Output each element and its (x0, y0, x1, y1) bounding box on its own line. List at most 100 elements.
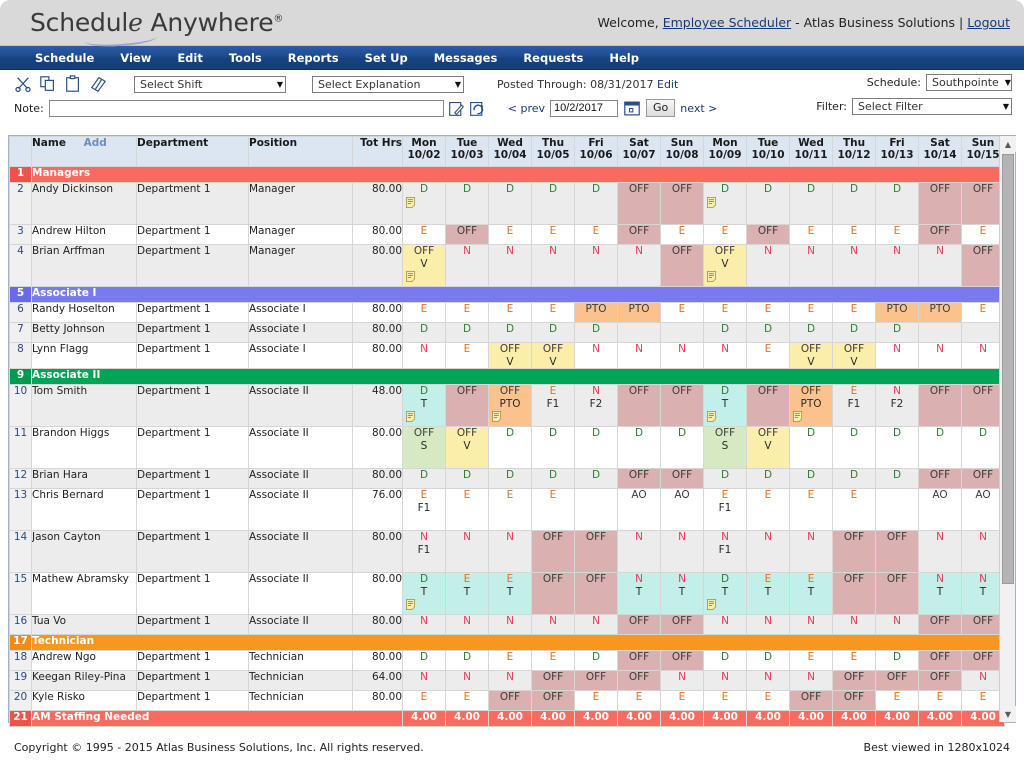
shift-cell[interactable]: OFF (790, 691, 833, 711)
shift-cell[interactable]: N (403, 343, 446, 369)
shift-cell[interactable]: EF1 (833, 385, 876, 427)
shift-cell[interactable]: DT (403, 385, 446, 427)
employee-name-cell[interactable]: Jason Cayton (32, 531, 137, 573)
employee-name-cell[interactable]: Brian Hara (32, 469, 137, 489)
shift-cell[interactable]: E (790, 225, 833, 245)
shift-cell[interactable]: D (446, 323, 489, 343)
shift-cell[interactable]: D (489, 323, 532, 343)
employee-position-cell[interactable]: Technician (249, 691, 353, 711)
shift-cell[interactable]: E (532, 303, 575, 323)
shift-cell[interactable]: E (747, 489, 790, 531)
shift-cell[interactable]: D (833, 427, 876, 469)
shift-cell[interactable]: AO (618, 489, 661, 531)
shift-cell[interactable]: D (575, 651, 618, 671)
employee-position-cell[interactable]: Technician (249, 671, 353, 691)
shift-cell[interactable]: N (747, 615, 790, 635)
shift-cell[interactable]: E (704, 225, 747, 245)
shift-cell[interactable]: N (747, 671, 790, 691)
cell-note-icon[interactable] (793, 411, 804, 422)
shift-cell[interactable]: E (532, 651, 575, 671)
shift-cell[interactable]: OFF (618, 469, 661, 489)
shift-cell[interactable]: D (747, 651, 790, 671)
shift-cell[interactable]: E (661, 225, 704, 245)
shift-cell[interactable]: N (790, 671, 833, 691)
employee-position-cell[interactable]: Manager (249, 245, 353, 287)
shift-cell[interactable]: E (489, 303, 532, 323)
shift-cell[interactable]: OFF (833, 531, 876, 573)
shift-cell[interactable]: E (575, 691, 618, 711)
employee-total-hours-cell[interactable]: 76.00 (353, 489, 403, 531)
menu-item-view[interactable]: View (107, 51, 164, 65)
menu-item-help[interactable]: Help (596, 51, 652, 65)
shift-cell[interactable]: OFF (532, 671, 575, 691)
employee-name-cell[interactable]: Randy Hoselton (32, 303, 137, 323)
employee-department-cell[interactable]: Department 1 (137, 671, 249, 691)
employee-department-cell[interactable]: Department 1 (137, 469, 249, 489)
shift-cell[interactable]: E (747, 691, 790, 711)
cell-note-icon[interactable] (707, 599, 718, 610)
go-button[interactable]: Go (646, 99, 675, 117)
shift-cell[interactable]: E (704, 691, 747, 711)
shift-cell[interactable]: OFFV (403, 245, 446, 287)
staffing-value-cell[interactable]: 4.00 (403, 711, 446, 727)
shift-cell[interactable]: E (446, 691, 489, 711)
shift-cell[interactable]: E (661, 303, 704, 323)
shift-cell[interactable]: D (446, 183, 489, 225)
staffing-value-cell[interactable]: 4.00 (618, 711, 661, 727)
cell-note-icon[interactable] (406, 197, 417, 208)
menu-item-setup[interactable]: Set Up (352, 51, 421, 65)
shift-cell[interactable]: N (704, 615, 747, 635)
shift-cell[interactable]: N (790, 615, 833, 635)
shift-cell[interactable]: OFFV (489, 343, 532, 369)
shift-cell[interactable]: E (833, 225, 876, 245)
menu-item-schedule[interactable]: Schedule (22, 51, 107, 65)
shift-cell[interactable]: D (532, 323, 575, 343)
shift-cell[interactable]: N (618, 343, 661, 369)
shift-cell[interactable]: OFF (919, 671, 962, 691)
shift-cell[interactable]: N (790, 531, 833, 573)
employee-name-cell[interactable]: Tua Vo (32, 615, 137, 635)
employee-department-cell[interactable]: Department 1 (137, 531, 249, 573)
shift-cell[interactable]: N (919, 531, 962, 573)
staffing-value-cell[interactable]: 4.00 (747, 711, 790, 727)
menu-item-edit[interactable]: Edit (164, 51, 216, 65)
shift-cell[interactable]: E (833, 651, 876, 671)
staffing-value-cell[interactable]: 4.00 (575, 711, 618, 727)
employee-department-cell[interactable]: Department 1 (137, 651, 249, 671)
shift-cell[interactable]: OFF (532, 691, 575, 711)
copy-icon[interactable] (39, 75, 57, 93)
shift-cell[interactable]: E (489, 651, 532, 671)
shift-cell[interactable]: N (876, 615, 919, 635)
employee-name-cell[interactable]: Mathew Abramsky (32, 573, 137, 615)
shift-cell[interactable]: N (618, 531, 661, 573)
shift-cell[interactable]: ET (747, 573, 790, 615)
shift-cell[interactable]: OFFV (446, 427, 489, 469)
shift-cell[interactable]: N (489, 671, 532, 691)
shift-cell[interactable]: NT (919, 573, 962, 615)
shift-cell[interactable]: D (532, 427, 575, 469)
shift-cell[interactable]: NF1 (704, 531, 747, 573)
shift-cell[interactable]: D (489, 427, 532, 469)
shift-cell[interactable]: OFF (661, 615, 704, 635)
shift-cell[interactable]: N (489, 245, 532, 287)
employee-position-cell[interactable]: Associate II (249, 573, 353, 615)
shift-cell[interactable]: D (876, 323, 919, 343)
shift-cell[interactable]: OFFV (790, 343, 833, 369)
scrollbar-thumb[interactable] (1002, 154, 1014, 584)
employee-department-cell[interactable]: Department 1 (137, 323, 249, 343)
staffing-value-cell[interactable]: 4.00 (661, 711, 704, 727)
employee-total-hours-cell[interactable]: 64.00 (353, 671, 403, 691)
eraser-icon[interactable] (89, 75, 107, 93)
shift-cell[interactable]: OFF (618, 651, 661, 671)
shift-cell[interactable]: D (833, 323, 876, 343)
menu-item-reports[interactable]: Reports (275, 51, 352, 65)
shift-cell[interactable]: OFF (661, 245, 704, 287)
shift-cell[interactable]: OFF (747, 385, 790, 427)
staffing-value-cell[interactable]: 4.00 (876, 711, 919, 727)
shift-cell[interactable]: D (704, 469, 747, 489)
employee-name-cell[interactable]: Andrew Ngo (32, 651, 137, 671)
shift-cell[interactable]: D (704, 323, 747, 343)
shift-cell[interactable]: N (661, 531, 704, 573)
shift-cell[interactable]: OFF (446, 225, 489, 245)
employee-department-cell[interactable]: Department 1 (137, 385, 249, 427)
